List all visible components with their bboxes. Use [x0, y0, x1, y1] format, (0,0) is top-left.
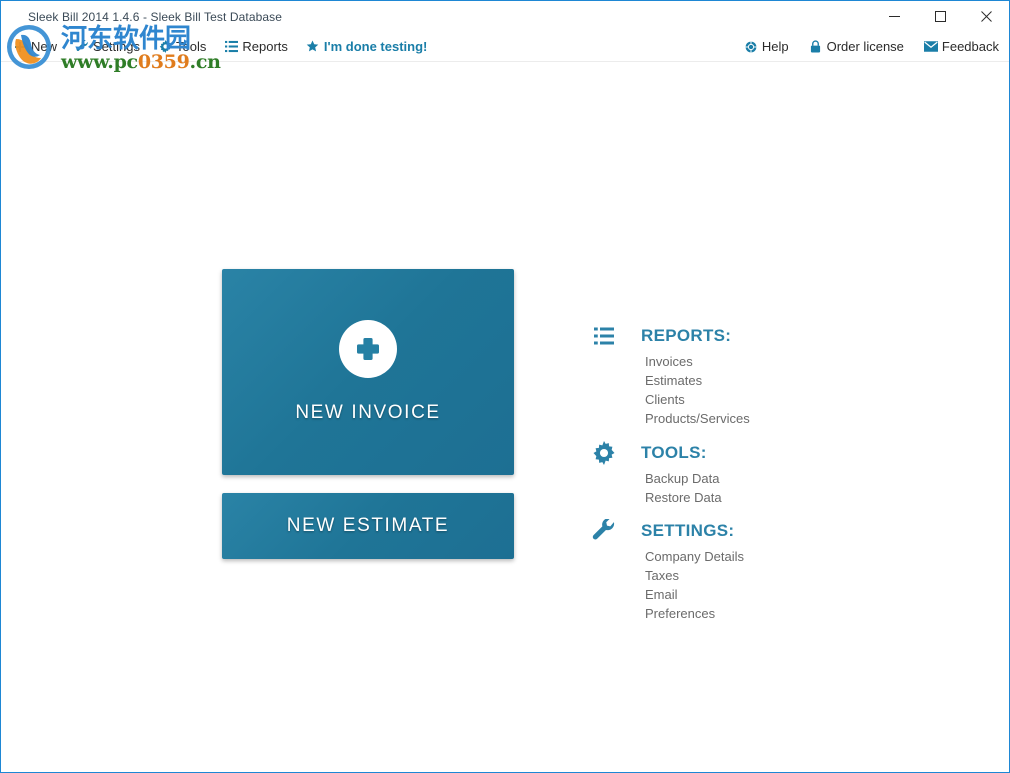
section-reports-header: REPORTS: — [589, 321, 750, 351]
toolbar-item-label: Tools — [176, 39, 207, 54]
close-button[interactable] — [963, 1, 1009, 32]
quick-links: REPORTS: Invoices Estimates Clients Prod… — [589, 269, 750, 625]
home-content: NEW INVOICE NEW ESTIMATE REPORTS: Invoic… — [1, 62, 1009, 772]
window-controls — [871, 1, 1009, 32]
link-estimates[interactable]: Estimates — [645, 371, 750, 390]
lock-icon — [809, 40, 823, 54]
star-icon — [306, 40, 320, 54]
toolbar-item-label: Help — [761, 39, 789, 54]
toolbar-left-group: New Settings Tools Reports I'm done test… — [1, 39, 445, 54]
section-settings: SETTINGS: Company Details Taxes Email Pr… — [589, 516, 750, 623]
link-restore-data[interactable]: Restore Data — [645, 488, 750, 507]
gear-icon — [158, 40, 172, 54]
toolbar-item-settings[interactable]: Settings — [75, 39, 140, 54]
gear-icon — [589, 438, 619, 468]
link-preferences[interactable]: Preferences — [645, 604, 750, 623]
maximize-button[interactable] — [917, 1, 963, 32]
toolbar-item-help[interactable]: Help — [744, 39, 789, 54]
toolbar-item-label: I'm done testing! — [323, 39, 428, 54]
new-invoice-tile[interactable]: NEW INVOICE — [222, 269, 514, 475]
plus-icon — [13, 40, 27, 54]
minimize-button[interactable] — [871, 1, 917, 32]
toolbar-item-label: Reports — [242, 39, 288, 54]
section-settings-links: Company Details Taxes Email Preferences — [645, 547, 750, 623]
toolbar-item-label: New — [31, 39, 58, 54]
section-settings-header: SETTINGS: — [589, 516, 750, 546]
main-toolbar: New Settings Tools Reports I'm done test… — [1, 32, 1009, 62]
section-tools: TOOLS: Backup Data Restore Data — [589, 438, 750, 507]
section-tools-header: TOOLS: — [589, 438, 750, 468]
list-icon — [224, 40, 238, 54]
app-window: Sleek Bill 2014 1.4.6 - Sleek Bill Test … — [0, 0, 1010, 773]
toolbar-item-tools[interactable]: Tools — [158, 39, 206, 54]
link-invoices[interactable]: Invoices — [645, 352, 750, 371]
plus-circle-icon — [339, 320, 397, 378]
link-email[interactable]: Email — [645, 585, 750, 604]
title-bar: Sleek Bill 2014 1.4.6 - Sleek Bill Test … — [1, 1, 1009, 32]
section-reports-title: REPORTS: — [641, 326, 732, 345]
action-tiles: NEW INVOICE NEW ESTIMATE — [222, 269, 514, 559]
section-reports: REPORTS: Invoices Estimates Clients Prod… — [589, 321, 750, 428]
link-clients[interactable]: Clients — [645, 390, 750, 409]
toolbar-item-reports[interactable]: Reports — [224, 39, 288, 54]
link-company-details[interactable]: Company Details — [645, 547, 750, 566]
toolbar-item-label: Feedback — [941, 39, 999, 54]
list-icon — [589, 321, 619, 351]
toolbar-right-group: Help Order license Feedback — [724, 32, 999, 61]
home-layout: NEW INVOICE NEW ESTIMATE REPORTS: Invoic… — [222, 269, 750, 625]
toolbar-item-new[interactable]: New — [13, 39, 57, 54]
link-products-services[interactable]: Products/Services — [645, 409, 750, 428]
section-reports-links: Invoices Estimates Clients Products/Serv… — [645, 352, 750, 428]
section-tools-title: TOOLS: — [641, 443, 707, 462]
section-tools-links: Backup Data Restore Data — [645, 469, 750, 507]
toolbar-item-feedback[interactable]: Feedback — [923, 39, 999, 54]
close-icon — [980, 10, 993, 23]
maximize-icon — [934, 10, 947, 23]
new-estimate-tile[interactable]: NEW ESTIMATE — [222, 493, 514, 559]
toolbar-item-label: Order license — [826, 39, 904, 54]
toolbar-item-done-testing[interactable]: I'm done testing! — [306, 39, 427, 54]
minimize-icon — [888, 10, 901, 23]
section-settings-title: SETTINGS: — [641, 521, 735, 540]
wrench-icon — [589, 516, 619, 546]
link-taxes[interactable]: Taxes — [645, 566, 750, 585]
toolbar-item-order-license[interactable]: Order license — [809, 39, 904, 54]
window-title: Sleek Bill 2014 1.4.6 - Sleek Bill Test … — [28, 9, 283, 24]
help-icon — [744, 40, 758, 54]
wrench-icon — [75, 40, 89, 54]
toolbar-item-label: Settings — [93, 39, 140, 54]
new-invoice-label: NEW INVOICE — [295, 402, 441, 423]
link-backup-data[interactable]: Backup Data — [645, 469, 750, 488]
envelope-icon — [923, 40, 938, 54]
new-estimate-label: NEW ESTIMATE — [286, 515, 450, 536]
